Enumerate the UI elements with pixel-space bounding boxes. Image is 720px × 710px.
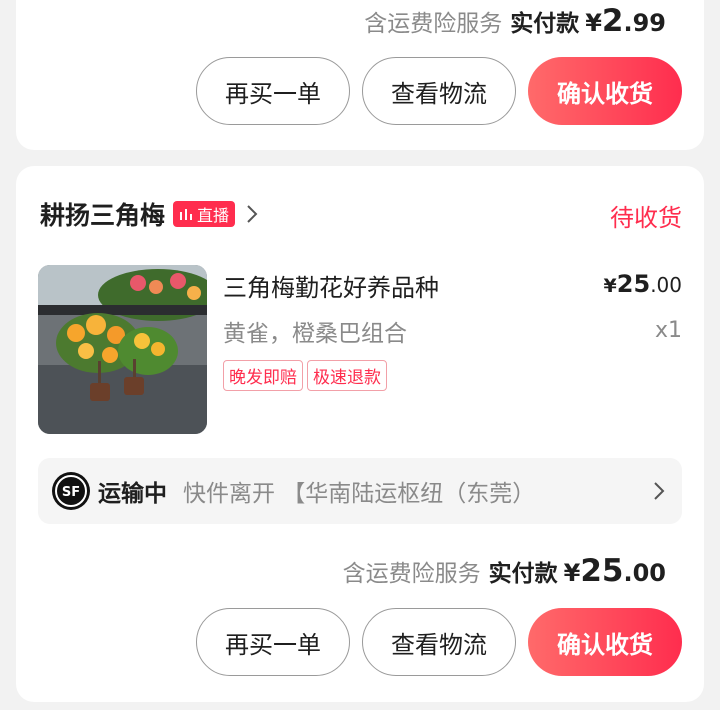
logistics-bar[interactable]: SF 运输中 快件离开 【华南陆运枢纽（东莞） [38, 458, 682, 524]
live-bars-icon [180, 209, 193, 220]
insurance-service-label: 含运费险服务 [364, 11, 503, 37]
view-logistics-button[interactable]: 查看物流 [362, 57, 516, 125]
order-total-row: 含运费险服务 实付款 ¥ 25 .00 [343, 553, 666, 589]
live-badge: 直播 [173, 201, 236, 227]
rebuy-button[interactable]: 再买一单 [196, 608, 350, 676]
product-title[interactable]: 三角梅勤花好养品种 [223, 268, 439, 303]
confirm-receipt-button[interactable]: 确认收货 [528, 608, 682, 676]
product-quantity: x1 [654, 318, 682, 343]
chevron-right-icon[interactable] [245, 203, 259, 225]
shop-name[interactable]: 耕扬三角梅 [40, 196, 165, 232]
tag-fast-refund: 极速退款 [307, 360, 387, 391]
insurance-service-label: 含运费险服务 [342, 561, 481, 587]
currency-symbol: ¥ [585, 9, 602, 37]
live-badge-label: 直播 [197, 206, 230, 225]
sf-logo-text: SF [62, 485, 80, 500]
amount-decimal: .00 [623, 559, 666, 587]
order-card: 耕扬三角梅 直播 待收货 三角梅勤花好养品种 黄雀，橙桑巴组合 晚发即赔 极速退… [16, 166, 704, 702]
tag-late-delivery-compensation: 晚发即赔 [223, 360, 303, 391]
currency-symbol: ¥ [563, 559, 581, 587]
order-card-previous: 含运费险服务 实付款 ¥ 2 .99 再买一单 查看物流 确认收货 [16, 0, 704, 150]
paid-label: 实付款 [510, 11, 580, 37]
price-decimal: .00 [650, 273, 682, 297]
product-image[interactable] [38, 265, 207, 434]
amount-decimal: .99 [623, 9, 666, 37]
price-integer: 25 [616, 270, 651, 298]
amount-integer: 25 [580, 553, 624, 589]
order-total-row: 含运费险服务 实付款 ¥ 2 .99 [364, 3, 666, 39]
product-variant: 黄雀，橙桑巴组合 [223, 321, 407, 347]
service-tags: 晚发即赔 极速退款 [223, 360, 387, 391]
confirm-receipt-button[interactable]: 确认收货 [528, 57, 682, 125]
chevron-right-icon[interactable] [652, 480, 666, 506]
order-status: 待收货 [610, 204, 682, 232]
amount-integer: 2 [601, 3, 624, 39]
view-logistics-button[interactable]: 查看物流 [362, 608, 516, 676]
shop-header[interactable]: 耕扬三角梅 直播 [40, 196, 259, 232]
currency-symbol: ¥ [603, 275, 617, 297]
rebuy-button[interactable]: 再买一单 [196, 57, 350, 125]
sf-express-logo: SF [52, 472, 90, 510]
paid-label: 实付款 [488, 561, 558, 587]
logistics-status: 运输中 [98, 481, 167, 507]
logistics-detail: 快件离开 【华南陆运枢纽（东莞） [183, 481, 536, 507]
product-price: ¥ 25 .00 [604, 270, 682, 298]
